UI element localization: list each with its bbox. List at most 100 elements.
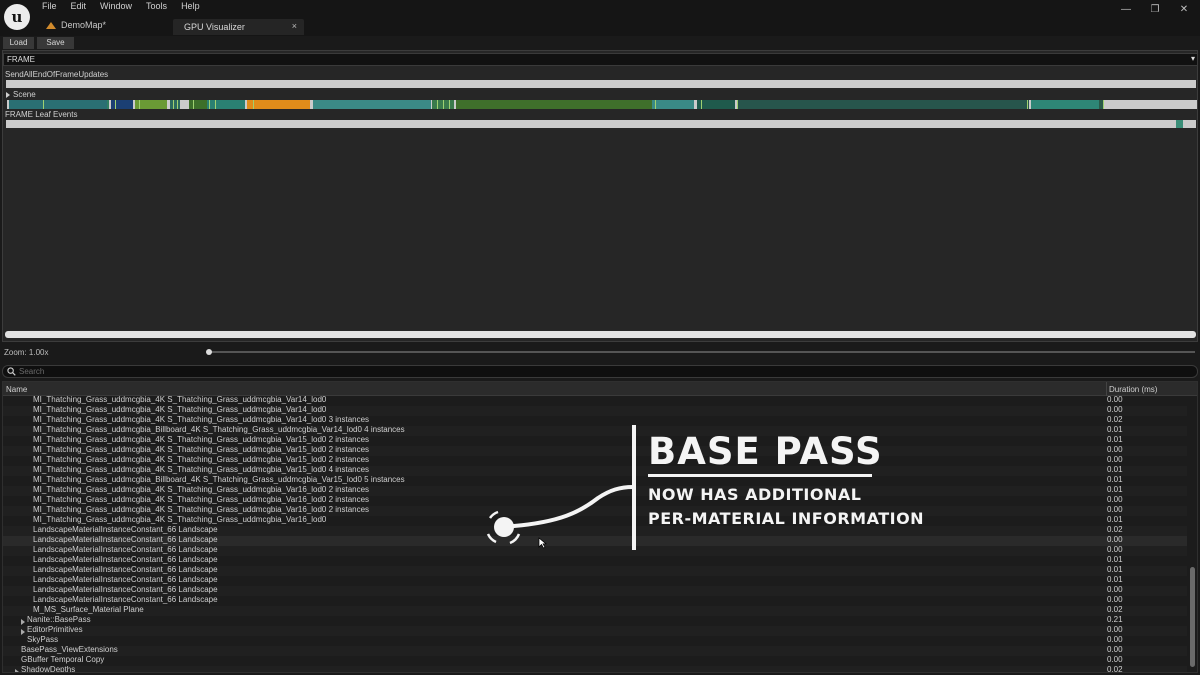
row-duration: 0.00 (1107, 395, 1123, 404)
row-name: MI_Thatching_Grass_uddmcgbia_4K S_Thatch… (33, 455, 370, 464)
row-name: M_MS_Surface_Material Plane (33, 605, 144, 614)
scene-event-segment[interactable] (1031, 100, 1099, 109)
scene-event-marker[interactable] (655, 100, 656, 109)
menu-file[interactable]: File (42, 1, 57, 11)
scene-event-segment[interactable] (170, 100, 180, 109)
row-name: MI_Thatching_Grass_uddmcgbia_4K S_Thatch… (33, 395, 327, 404)
close-tab-icon[interactable]: × (292, 21, 297, 31)
table-row[interactable]: ShadowDepths 0.02 (3, 665, 1187, 672)
row-duration: 0.00 (1107, 535, 1123, 544)
row-name: BasePass_ViewExtensions (21, 645, 118, 654)
row-name: LandscapeMaterialInstanceConstant_66 Lan… (33, 535, 218, 544)
scene-event-segment[interactable] (9, 100, 107, 109)
scene-event-marker[interactable] (443, 100, 444, 109)
expand-arrow-icon[interactable] (6, 91, 10, 98)
scene-event-marker[interactable] (215, 100, 216, 109)
row-duration: 0.01 (1107, 555, 1123, 564)
scene-event-segment[interactable] (697, 100, 735, 109)
unreal-logo-icon[interactable]: u (4, 4, 30, 30)
minimize-icon[interactable]: — (1120, 4, 1132, 15)
scene-event-marker[interactable] (1103, 100, 1104, 109)
leaf-event-segment[interactable] (1176, 120, 1183, 128)
scene-event-marker[interactable] (209, 100, 210, 109)
event-label-leaf: FRAME Leaf Events (5, 110, 78, 119)
scene-event-marker[interactable] (43, 100, 44, 109)
horizontal-scrollbar[interactable] (5, 331, 1196, 338)
table-row[interactable]: LandscapeMaterialInstanceConstant_66 Lan… (3, 595, 1187, 606)
row-duration: 0.00 (1107, 635, 1123, 644)
scene-event-segment[interactable] (652, 100, 694, 109)
menu-tools[interactable]: Tools (146, 1, 167, 11)
leaf-event-track[interactable] (6, 120, 1196, 128)
column-divider[interactable] (1106, 382, 1107, 396)
scene-event-marker[interactable] (437, 100, 438, 109)
menu-window[interactable]: Window (100, 1, 132, 11)
scene-event-track[interactable] (7, 100, 1197, 109)
frame-dropdown[interactable]: FRAME ▾ (3, 53, 1198, 66)
scene-event-marker[interactable] (253, 100, 254, 109)
dropdown-arrow-icon: ▾ (1190, 54, 1195, 63)
scene-event-segment[interactable] (247, 100, 310, 109)
save-button[interactable]: Save (37, 37, 74, 49)
search-input[interactable] (19, 366, 1179, 377)
row-name: LandscapeMaterialInstanceConstant_66 Lan… (33, 525, 218, 534)
table-row[interactable]: M_MS_Surface_Material Plane 0.02 (3, 605, 1187, 616)
scene-event-marker[interactable] (449, 100, 450, 109)
zoom-slider-handle[interactable] (206, 349, 212, 355)
zoom-slider-track[interactable] (208, 351, 1195, 353)
load-button[interactable]: Load (3, 37, 34, 49)
event-bar-end-of-frame[interactable] (6, 80, 1196, 88)
scene-event-segment[interactable] (189, 100, 209, 109)
gpu-visualizer-tab[interactable]: GPU Visualizer × (173, 19, 304, 35)
row-name: LandscapeMaterialInstanceConstant_66 Lan… (33, 565, 218, 574)
row-name: LandscapeMaterialInstanceConstant_66 Lan… (33, 595, 218, 604)
menu-edit[interactable]: Edit (71, 1, 87, 11)
scene-event-segment[interactable] (313, 100, 431, 109)
toolbar: Load Save (0, 36, 1200, 50)
restore-icon[interactable]: ❐ (1149, 4, 1161, 15)
scene-event-segment[interactable] (456, 100, 652, 109)
table-row[interactable]: BasePass_ViewExtensions 0.00 (3, 645, 1187, 656)
table-row[interactable]: EditorPrimitives 0.00 (3, 625, 1187, 636)
scene-event-segment[interactable] (107, 100, 109, 109)
row-name: LandscapeMaterialInstanceConstant_66 Lan… (33, 585, 218, 594)
scene-event-segment[interactable] (1105, 100, 1197, 109)
map-tab[interactable]: DemoMap* (46, 20, 106, 30)
scene-event-marker[interactable] (115, 100, 116, 109)
expand-arrow-icon[interactable] (21, 629, 25, 635)
scene-event-marker[interactable] (737, 100, 738, 109)
expand-arrow-icon[interactable] (21, 619, 25, 625)
row-name: MI_Thatching_Grass_uddmcgbia_4K S_Thatch… (33, 445, 370, 454)
tab-label: GPU Visualizer (184, 22, 245, 32)
column-header-duration[interactable]: Duration (ms) (1109, 385, 1157, 394)
expand-arrow-icon[interactable] (15, 669, 19, 672)
row-name: MI_Thatching_Grass_uddmcgbia_4K S_Thatch… (33, 405, 327, 414)
row-name: MI_Thatching_Grass_uddmcgbia_4K S_Thatch… (33, 485, 370, 494)
table-row[interactable]: GBuffer Temporal Copy 0.00 (3, 655, 1187, 666)
scene-event-marker[interactable] (701, 100, 702, 109)
menu-help[interactable]: Help (181, 1, 200, 11)
scene-event-marker[interactable] (193, 100, 194, 109)
scene-event-marker[interactable] (139, 100, 140, 109)
scene-event-segment[interactable] (737, 100, 1029, 109)
scene-row[interactable]: Scene (6, 90, 36, 99)
table-row[interactable]: Nanite::BasePass 0.21 (3, 615, 1187, 626)
zoom-row: Zoom: 1.00x (0, 343, 1200, 361)
vertical-scrollbar-thumb[interactable] (1190, 567, 1195, 667)
menu-bar: File Edit Window Tools Help (42, 1, 200, 11)
row-duration: 0.00 (1107, 645, 1123, 654)
column-header-name[interactable]: Name (6, 385, 27, 394)
scene-event-marker[interactable] (173, 100, 174, 109)
row-name: GBuffer Temporal Copy (21, 655, 105, 664)
close-window-icon[interactable]: ✕ (1178, 4, 1190, 15)
scene-event-marker[interactable] (1027, 100, 1028, 109)
row-duration: 0.00 (1107, 585, 1123, 594)
scene-event-marker[interactable] (177, 100, 178, 109)
row-duration: 0.01 (1107, 425, 1123, 434)
mouse-cursor-icon (538, 537, 547, 549)
search-box (2, 365, 1198, 378)
timeline-panel: FRAME ▾ SendAllEndOfFrameUpdates Scene F… (2, 50, 1198, 342)
table-body: MI_Thatching_Grass_uddmcgbia_4K S_Thatch… (3, 395, 1187, 672)
scene-event-segment[interactable] (207, 100, 245, 109)
table-row[interactable]: SkyPass 0.00 (3, 635, 1187, 646)
